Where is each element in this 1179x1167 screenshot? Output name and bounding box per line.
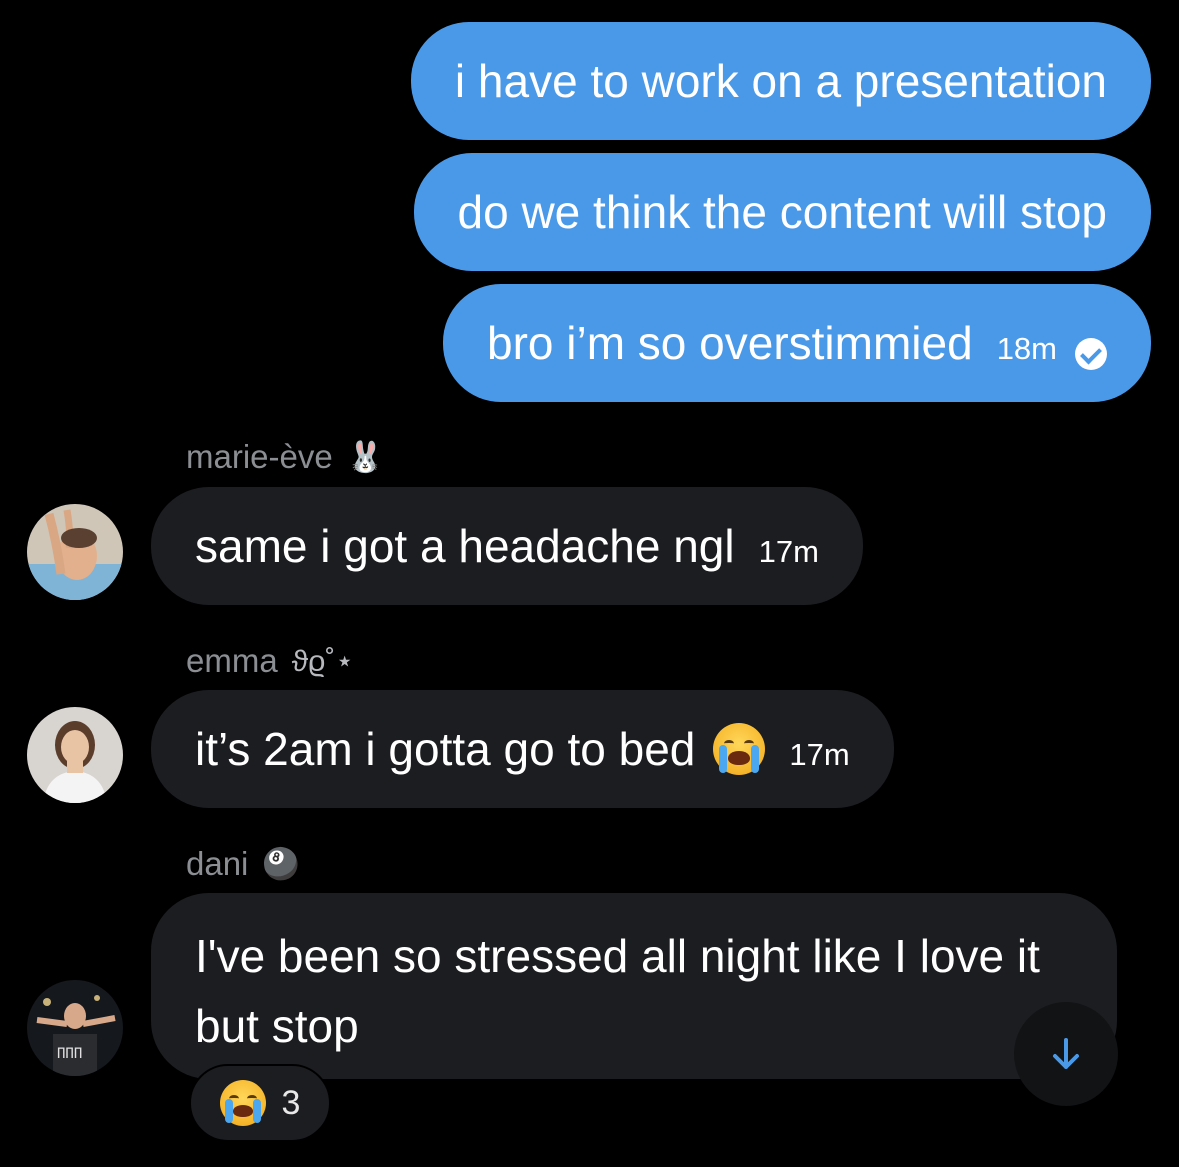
avatar[interactable] <box>27 504 123 600</box>
scroll-to-bottom-button[interactable] <box>1014 1002 1118 1106</box>
eight-ball-icon: 🎱 <box>262 847 300 881</box>
outgoing-message[interactable]: bro i’m so overstimmied 18m <box>443 284 1151 402</box>
incoming-message[interactable]: it’s 2am i gotta go to bed 17m <box>151 690 894 808</box>
arrow-down-icon <box>1053 1038 1079 1069</box>
sender-name: dani 🎱 <box>186 845 300 883</box>
outgoing-message[interactable]: i have to work on a presentation <box>410 22 1151 140</box>
loudly-crying-face-icon <box>219 1080 266 1126</box>
message-text: I've been so stressed all night like I l… <box>195 930 1040 1052</box>
svg-text:ΠΠΠ: ΠΠΠ <box>57 1046 82 1062</box>
message-time: 17m <box>758 534 819 570</box>
rabbit-icon: 🐰 <box>346 440 385 474</box>
message-time: 17m <box>789 737 850 773</box>
sender-name: marie-ève 🐰 <box>186 438 384 476</box>
message-time: 18m <box>996 331 1057 367</box>
sender-name-text: marie-ève <box>186 438 333 475</box>
reaction-count: 3 <box>281 1083 301 1122</box>
sender-name-text: dani <box>186 845 249 882</box>
message-text: i have to work on a presentation <box>454 54 1107 107</box>
message-text: it’s 2am i gotta go to bed <box>195 722 696 775</box>
avatar[interactable] <box>27 707 123 803</box>
incoming-message[interactable]: same i got a headache ngl 17m <box>151 487 863 605</box>
sender-badge: ϑϱ˚⋆ <box>291 644 355 678</box>
check-circle-icon <box>1075 338 1107 370</box>
message-text: bro i’m so overstimmied <box>487 316 973 369</box>
sender-name: emma ϑϱ˚⋆ <box>186 642 354 680</box>
avatar[interactable]: ΠΠΠ <box>27 980 123 1076</box>
message-text: same i got a headache ngl <box>195 519 735 572</box>
sender-name-text: emma <box>186 642 278 679</box>
outgoing-message[interactable]: do we think the content will stop <box>413 153 1151 271</box>
loudly-crying-face-icon <box>713 723 766 775</box>
reaction-pill[interactable]: 3 <box>189 1064 331 1142</box>
message-text: do we think the content will stop <box>457 185 1107 238</box>
incoming-message[interactable]: I've been so stressed all night like I l… <box>151 893 1117 1079</box>
